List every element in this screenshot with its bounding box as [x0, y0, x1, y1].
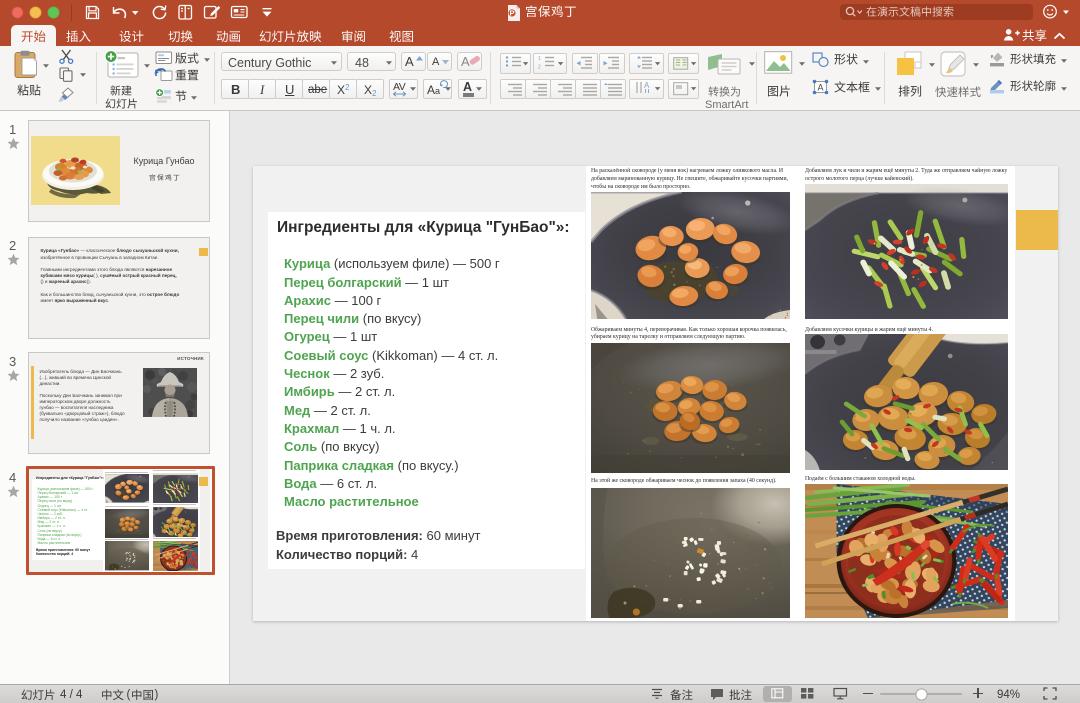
- svg-text:A: A: [644, 82, 650, 90]
- svg-text:2: 2: [538, 65, 541, 71]
- svg-text:A: A: [817, 83, 823, 93]
- svg-text:1: 1: [538, 56, 541, 62]
- svg-text:P: P: [509, 8, 514, 17]
